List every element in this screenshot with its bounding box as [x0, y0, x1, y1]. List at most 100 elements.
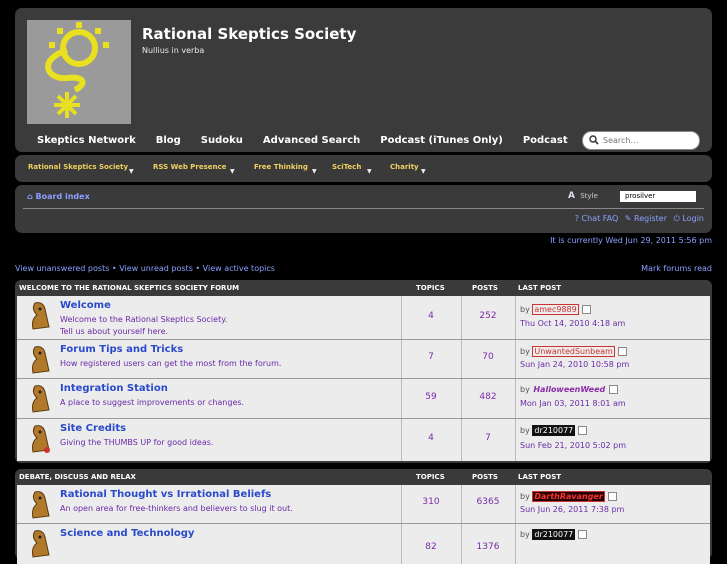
forum-title[interactable]: Forum Tips and Tricks	[60, 344, 183, 355]
separator: •	[195, 264, 201, 273]
topics-count: 7	[428, 352, 434, 362]
posts-count: 482	[479, 392, 497, 402]
forum-read-icon	[32, 302, 50, 330]
forum-row: Site Credits Giving the THUMBS UP for go…	[17, 419, 710, 461]
forum-description: Welcome to the Rational Skeptics Society…	[60, 315, 228, 324]
search-input[interactable]	[601, 133, 697, 148]
forum-description: How registered users can get the most fr…	[60, 359, 282, 368]
view-latest-post-icon[interactable]	[578, 426, 588, 435]
last-post-author: by DarthRavanger	[520, 491, 617, 502]
view-unanswered-link[interactable]: View unanswered posts	[15, 264, 109, 273]
forum-menubar: Rational Skeptics Society ▼ RSS Web Pres…	[15, 155, 712, 182]
forum-title[interactable]: Site Credits	[60, 423, 126, 434]
home-icon: ⌂	[27, 192, 33, 201]
site-logo[interactable]	[27, 20, 131, 124]
topics-count: 59	[425, 392, 437, 402]
search-box[interactable]	[582, 131, 700, 150]
menu-free-thinking[interactable]: Free Thinking	[254, 163, 308, 171]
col-posts: POSTS	[472, 284, 498, 292]
forum-row: Science and Technology 82 1376 by dr2100…	[17, 524, 710, 564]
menu-scitech[interactable]: SciTech	[332, 163, 361, 171]
user-links: ? Chat FAQ ✎ Register ⏻ Login	[575, 214, 704, 224]
forum-category: WELCOME TO THE RATIONAL SKEPTICS SOCIETY…	[15, 280, 712, 463]
register-icon: ✎	[624, 214, 632, 223]
style-switcher: A Style	[568, 191, 598, 201]
faq-icon: ?	[574, 214, 579, 223]
col-posts: POSTS	[472, 473, 498, 481]
view-latest-post-icon[interactable]	[617, 347, 627, 356]
forum-row: Forum Tips and Tricks How registered use…	[17, 340, 710, 379]
posts-count: 252	[479, 311, 497, 321]
nav-blog[interactable]: Blog	[156, 135, 181, 146]
category-title[interactable]: DEBATE, DISCUSS AND RELAX	[19, 473, 136, 481]
chat-faq-link[interactable]: Chat FAQ	[582, 214, 619, 223]
mark-forums-read-link[interactable]: Mark forums read	[641, 264, 712, 273]
username-link[interactable]: amec9889	[532, 304, 579, 315]
view-latest-post-icon[interactable]	[578, 530, 588, 539]
view-latest-post-icon[interactable]	[607, 492, 617, 501]
category-title[interactable]: WELCOME TO THE RATIONAL SKEPTICS SOCIETY…	[19, 284, 239, 292]
view-latest-post-icon[interactable]	[581, 305, 591, 314]
style-select[interactable]: prosilver	[620, 191, 696, 202]
forum-row: Rational Thought vs Irrational Beliefs A…	[17, 485, 710, 524]
site-title[interactable]: Rational Skeptics Society	[142, 25, 356, 43]
last-post-author: by HalloweenWeed	[520, 385, 619, 394]
top-navigation: Skeptics Network Blog Sudoku Advanced Se…	[37, 135, 588, 146]
chevron-down-icon[interactable]: ▼	[312, 168, 317, 175]
forum-title[interactable]: Rational Thought vs Irrational Beliefs	[60, 489, 271, 500]
topics-count: 310	[422, 497, 440, 507]
register-link[interactable]: Register	[634, 214, 667, 223]
forum-read-icon	[32, 346, 50, 374]
chevron-down-icon[interactable]: ▼	[367, 168, 372, 175]
forum-description: A place to suggest improvements or chang…	[60, 398, 245, 407]
nav-podcast[interactable]: Podcast	[523, 135, 568, 146]
username-link[interactable]: dr210077	[532, 425, 576, 436]
col-last-post: LAST POST	[518, 284, 562, 292]
posts-count: 7	[485, 433, 491, 443]
menu-rational-skeptics-society[interactable]: Rational Skeptics Society	[28, 163, 128, 171]
search-icon	[589, 135, 599, 145]
last-post-author: by UnwantedSunbeam	[520, 346, 627, 357]
forum-read-icon	[32, 530, 50, 558]
nav-skeptics-network[interactable]: Skeptics Network	[37, 135, 136, 146]
username-link[interactable]: DarthRavanger	[532, 491, 605, 502]
menu-charity[interactable]: Charity	[390, 163, 419, 171]
topics-count: 4	[428, 311, 434, 321]
view-unread-link[interactable]: View unread posts	[119, 264, 193, 273]
login-icon: ⏻	[673, 214, 680, 223]
board-index-link[interactable]: Board index	[36, 192, 90, 201]
posts-count: 70	[482, 352, 494, 362]
last-post-date: Sun Jun 26, 2011 7:38 pm	[520, 505, 625, 514]
forum-description: Tell us about yourself here.	[60, 327, 169, 336]
forum-read-icon	[32, 385, 50, 413]
forum-title[interactable]: Integration Station	[60, 383, 168, 394]
forum-title[interactable]: Science and Technology	[60, 528, 194, 539]
nav-podcast-itunes[interactable]: Podcast (iTunes Only)	[380, 135, 503, 146]
view-latest-post-icon[interactable]	[609, 385, 619, 394]
topics-count: 4	[428, 433, 434, 443]
current-time: It is currently Wed Jun 29, 2011 5:56 pm	[550, 236, 712, 245]
separator: •	[111, 264, 117, 273]
forum-title[interactable]: Welcome	[60, 300, 111, 311]
last-post-date: Thu Oct 14, 2010 4:18 am	[520, 319, 626, 328]
nav-sudoku[interactable]: Sudoku	[201, 135, 243, 146]
quick-links: View unanswered posts • View unread post…	[15, 264, 275, 273]
forum-description: Giving the THUMBS UP for good ideas.	[60, 438, 214, 447]
breadcrumb[interactable]: ⌂ Board index	[27, 192, 90, 201]
chevron-down-icon[interactable]: ▼	[230, 168, 235, 175]
menu-rss-web-presence[interactable]: RSS Web Presence	[153, 163, 226, 171]
font-size-icon[interactable]: A	[568, 191, 575, 201]
view-active-link[interactable]: View active topics	[203, 264, 275, 273]
nav-advanced-search[interactable]: Advanced Search	[263, 135, 360, 146]
last-post-author: by dr210077	[520, 425, 588, 436]
last-post-author: by dr210077	[520, 529, 588, 540]
chevron-down-icon[interactable]: ▼	[129, 168, 134, 175]
last-post-author: by amec9889	[520, 304, 591, 315]
login-link[interactable]: Login	[682, 214, 704, 223]
username-link[interactable]: UnwantedSunbeam	[532, 346, 615, 357]
username-link[interactable]: HalloweenWeed	[532, 385, 606, 394]
username-link[interactable]: dr210077	[532, 529, 576, 540]
posts-count: 6365	[476, 497, 500, 507]
chevron-down-icon[interactable]: ▼	[421, 168, 426, 175]
forum-row: Welcome Welcome to the Rational Skeptics…	[17, 296, 710, 340]
